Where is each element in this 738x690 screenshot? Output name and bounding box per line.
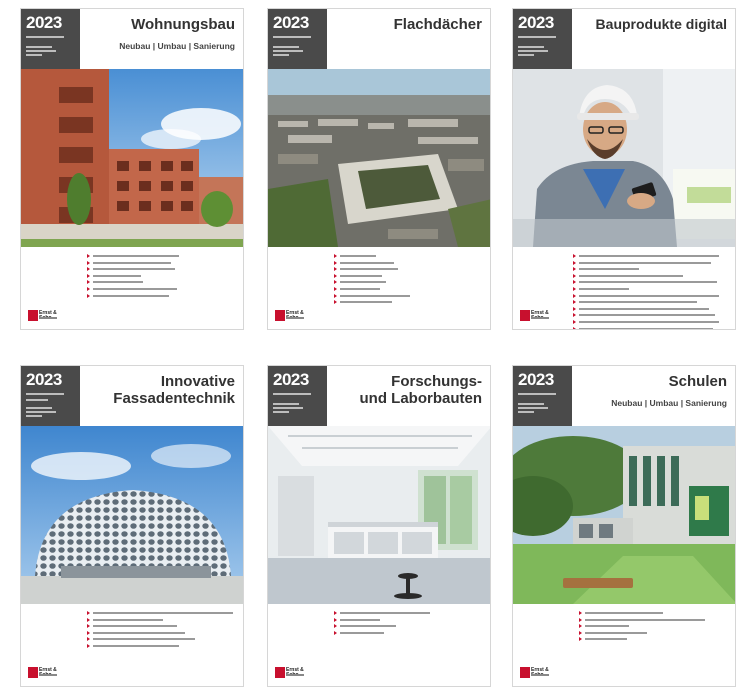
laboratory-interior-photo bbox=[268, 426, 490, 604]
publisher-logo: Ernst & Sohn bbox=[28, 310, 58, 321]
publisher-logo: Ernst & Sohn bbox=[28, 667, 58, 678]
cover-title: Innovative Fassadentechnik bbox=[113, 373, 235, 407]
cover-forschungs-und-laborbauten[interactable]: 2023 Forschungs- und Laborbauten Ernst & bbox=[267, 365, 491, 687]
year-box: 2023 bbox=[21, 9, 80, 69]
year-label: 2023 bbox=[273, 13, 309, 32]
cover-wohnungsbau[interactable]: 2023 Wohnungsbau Neubau | Umbau | Sanier… bbox=[20, 8, 244, 330]
publisher-logo: Ernst & Sohn bbox=[275, 310, 305, 321]
cover-title: Flachdächer bbox=[393, 16, 482, 33]
year-label: 2023 bbox=[273, 370, 309, 389]
cover-subtitle: Neubau | Umbau | Sanierung bbox=[119, 41, 235, 51]
residential-building-photo bbox=[21, 69, 243, 247]
topic-list bbox=[334, 610, 474, 636]
year-box: 2023 bbox=[268, 9, 327, 69]
school-courtyard-photo bbox=[513, 426, 735, 604]
topic-list bbox=[87, 610, 237, 650]
aerial-city-flat-roofs-photo bbox=[268, 69, 490, 247]
topic-list bbox=[573, 253, 729, 329]
topic-list bbox=[579, 610, 719, 643]
perforated-facade-building-photo bbox=[21, 426, 243, 604]
cover-title: Schulen bbox=[668, 373, 727, 390]
cover-flachdaecher[interactable]: 2023 Flachdächer Ernst & bbox=[267, 8, 491, 330]
year-box: 2023 bbox=[21, 366, 80, 426]
cover-subtitle: Neubau | Umbau | Sanierung bbox=[611, 398, 727, 408]
year-label: 2023 bbox=[518, 13, 554, 32]
year-label: 2023 bbox=[26, 370, 62, 389]
cover-title: Forschungs- und Laborbauten bbox=[359, 373, 483, 407]
engineer-with-smartphone-photo bbox=[513, 69, 735, 247]
year-box: 2023 bbox=[513, 366, 572, 426]
publisher-logo: Ernst & Sohn bbox=[275, 667, 305, 678]
topic-list bbox=[334, 253, 474, 306]
year-label: 2023 bbox=[26, 13, 62, 32]
cover-innovative-fassadentechnik[interactable]: 2023 Innovative Fassadentechnik Ernst & bbox=[20, 365, 244, 687]
year-box: 2023 bbox=[268, 366, 327, 426]
year-label: 2023 bbox=[518, 370, 554, 389]
cover-bauprodukte-digital[interactable]: 2023 Bauprodukte digital Ernst & bbox=[512, 8, 736, 330]
cover-title: Wohnungsbau bbox=[131, 16, 235, 33]
publisher-logo: Ernst & Sohn bbox=[520, 310, 550, 321]
year-box: 2023 bbox=[513, 9, 572, 69]
cover-title: Bauprodukte digital bbox=[595, 16, 727, 32]
topic-list bbox=[87, 253, 227, 299]
publisher-logo: Ernst & Sohn bbox=[520, 667, 550, 678]
cover-schulen[interactable]: 2023 Schulen Neubau | Umbau | Sanierung bbox=[512, 365, 736, 687]
